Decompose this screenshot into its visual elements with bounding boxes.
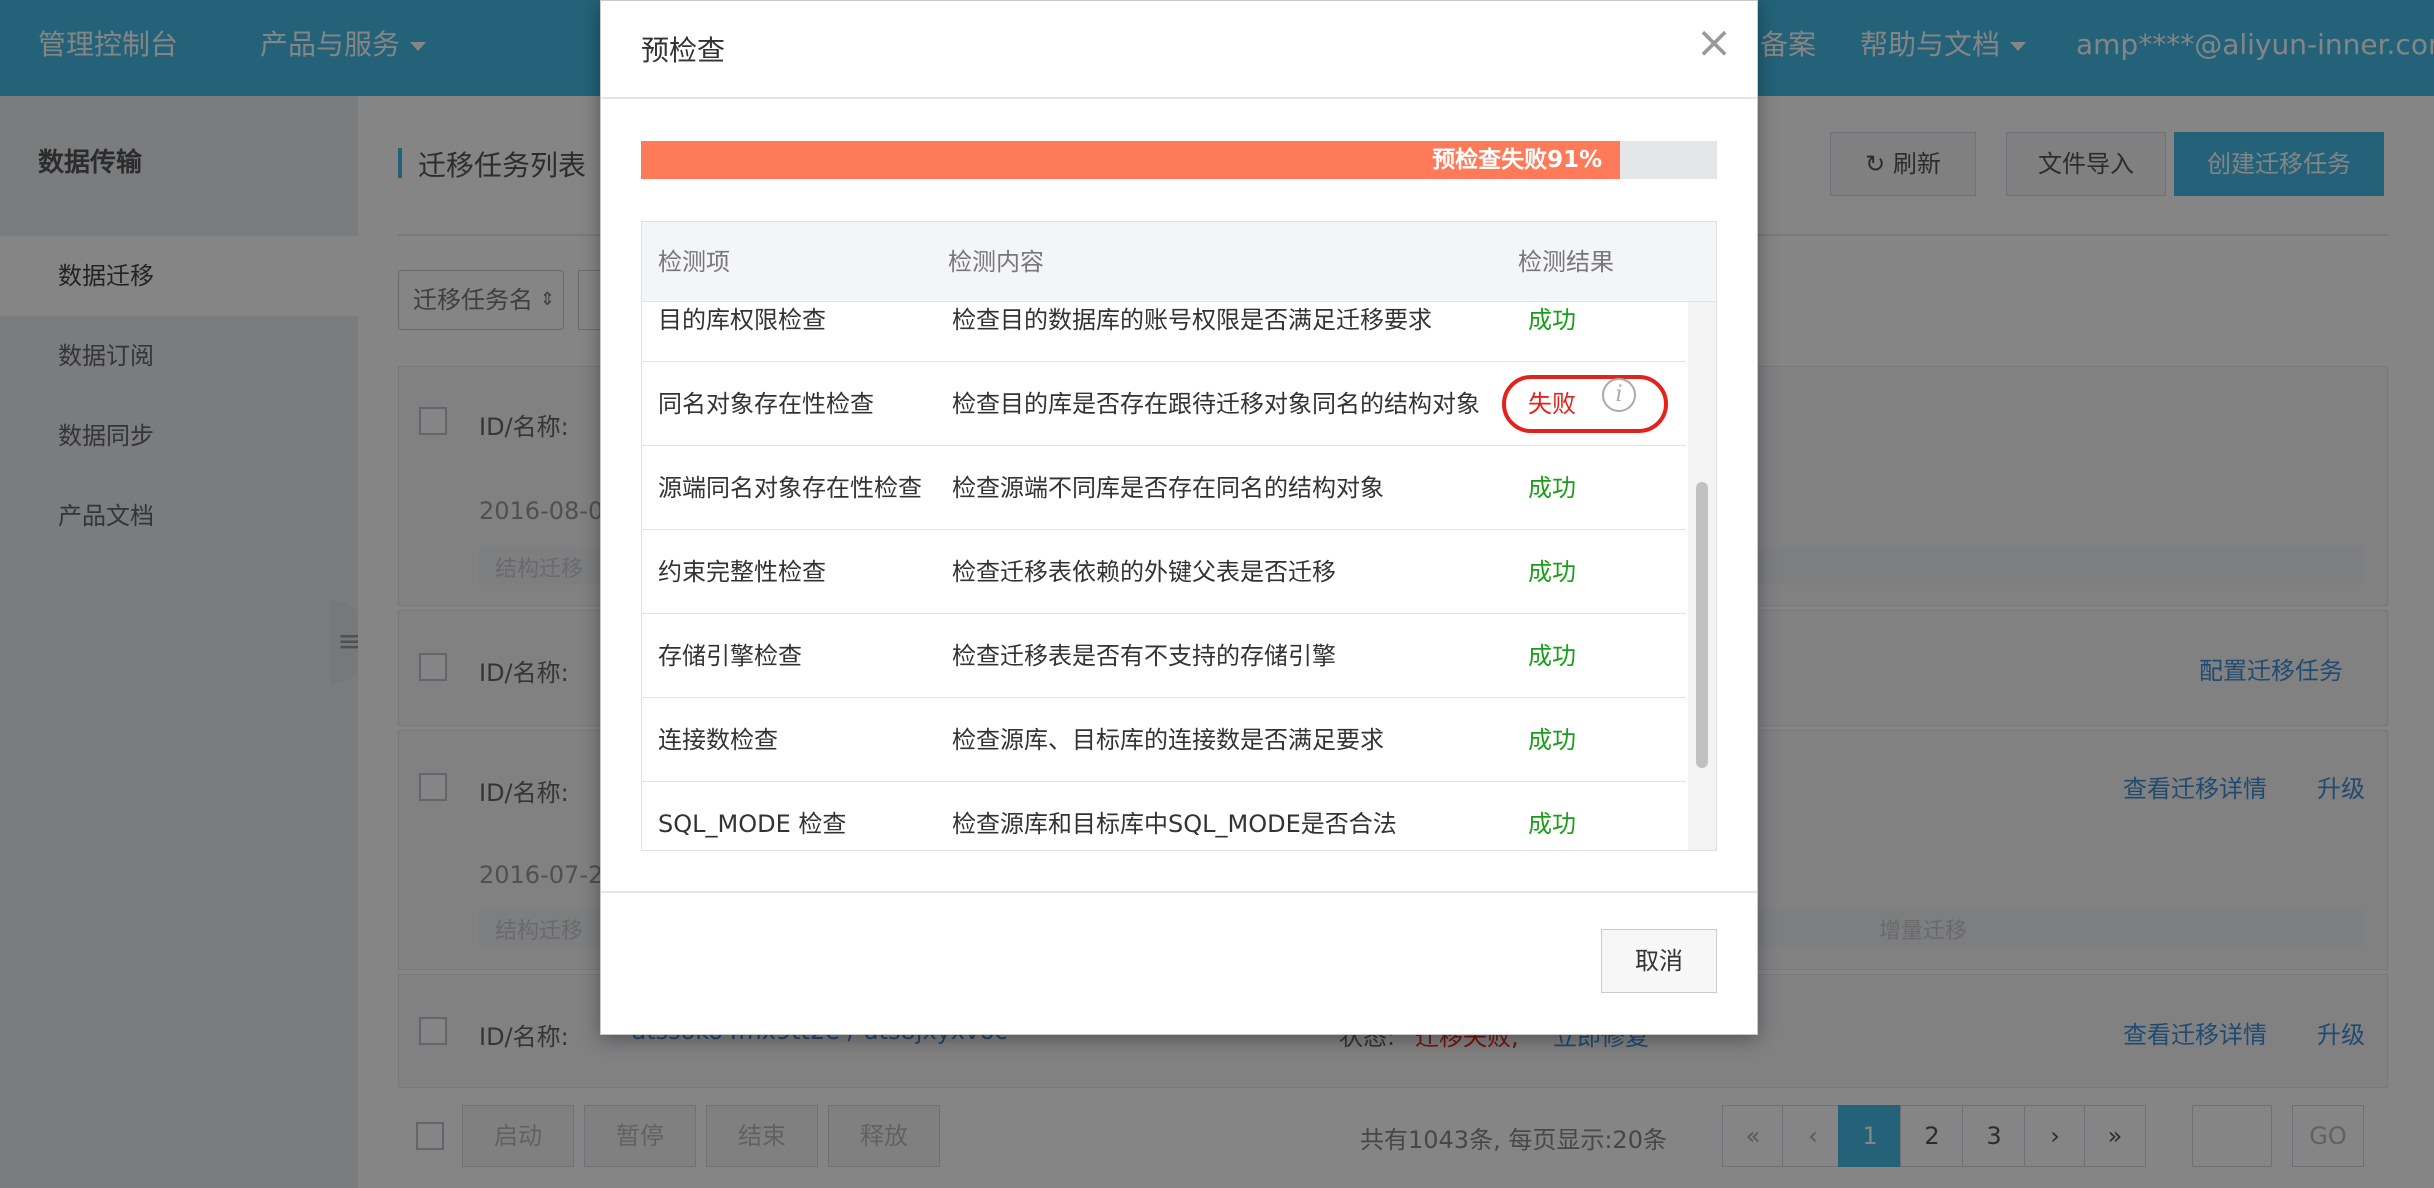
check-content: 检查源端不同库是否存在同名的结构对象 (952, 474, 1384, 502)
column-header-item: 检测项 (658, 248, 730, 276)
check-result: 成功 (1528, 642, 1576, 670)
close-icon[interactable]: × (1691, 21, 1737, 67)
precheck-dialog: 预检查 × 预检查失败91% 检测项 检测内容 检测结果 目的库权限检查 检查目… (600, 0, 1758, 1035)
info-icon[interactable]: i (1602, 378, 1636, 412)
check-result: 失败 (1528, 390, 1576, 418)
precheck-table: 检测项 检测内容 检测结果 目的库权限检查 检查目的数据库的账号权限是否满足迁移… (641, 221, 1717, 851)
check-content: 检查迁移表是否有不支持的存储引擎 (952, 642, 1336, 670)
progress-fill: 预检查失败91% (641, 141, 1621, 179)
table-header: 检测项 检测内容 检测结果 (642, 222, 1716, 302)
check-result: 成功 (1528, 726, 1576, 754)
fail-highlight-circle (1502, 375, 1668, 433)
check-item: 存储引擎检查 (658, 642, 802, 670)
table-row: 源端同名对象存在性检查 检查源端不同库是否存在同名的结构对象 成功 (642, 446, 1686, 530)
dialog-footer-divider (601, 891, 1757, 893)
column-header-result: 检测结果 (1518, 248, 1614, 276)
check-item: 源端同名对象存在性检查 (658, 474, 922, 502)
precheck-progress-bar: 预检查失败91% (641, 141, 1717, 179)
check-content: 检查源库、目标库的连接数是否满足要求 (952, 726, 1384, 754)
scrollbar-thumb[interactable] (1696, 482, 1708, 768)
table-row: 存储引擎检查 检查迁移表是否有不支持的存储引擎 成功 (642, 614, 1686, 698)
cancel-button[interactable]: 取消 (1601, 929, 1717, 993)
table-row: SQL_MODE 检查 检查源库和目标库中SQL_MODE是否合法 成功 (642, 782, 1686, 850)
table-row: 同名对象存在性检查 检查目的库是否存在跟待迁移对象同名的结构对象 失败 i (642, 362, 1686, 446)
check-content: 检查源库和目标库中SQL_MODE是否合法 (952, 810, 1397, 838)
table-scrollbar[interactable] (1688, 302, 1716, 850)
dialog-title: 预检查 (641, 34, 726, 67)
dialog-header: 预检查 × (601, 1, 1757, 99)
check-content: 检查迁移表依赖的外键父表是否迁移 (952, 558, 1336, 586)
table-row: 连接数检查 检查源库、目标库的连接数是否满足要求 成功 (642, 698, 1686, 782)
column-header-content: 检测内容 (948, 248, 1044, 276)
check-result: 成功 (1528, 810, 1576, 838)
check-content: 检查目的库是否存在跟待迁移对象同名的结构对象 (952, 390, 1480, 418)
check-result: 成功 (1528, 474, 1576, 502)
check-item: 同名对象存在性检查 (658, 390, 874, 418)
table-row: 约束完整性检查 检查迁移表依赖的外键父表是否迁移 成功 (642, 530, 1686, 614)
check-result: 成功 (1528, 558, 1576, 586)
check-item: SQL_MODE 检查 (658, 810, 847, 838)
progress-text: 预检查失败91% (1432, 147, 1603, 173)
check-item: 连接数检查 (658, 726, 778, 754)
check-item: 约束完整性检查 (658, 558, 826, 586)
